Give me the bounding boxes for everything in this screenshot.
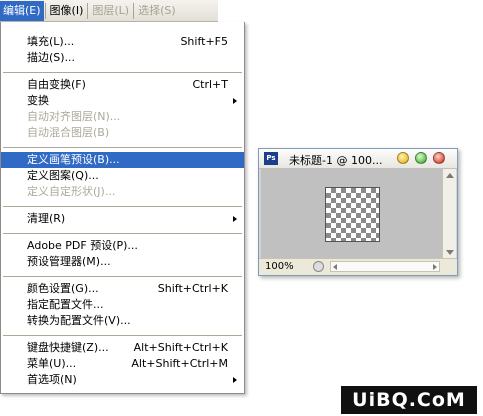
scroll-right-icon[interactable] xyxy=(433,264,437,270)
maximize-button[interactable] xyxy=(415,152,427,164)
submenu-arrow-icon xyxy=(233,377,237,383)
menu-item-label: 颜色设置(G)... xyxy=(27,282,99,295)
menu-item-label: 变换 xyxy=(27,94,49,107)
menu-item-label: 转换为配置文件(V)... xyxy=(27,314,131,327)
menu-item[interactable]: 首选项(N) xyxy=(1,372,244,388)
menu-separator xyxy=(3,335,242,336)
menu-item[interactable]: 键盘快捷键(Z)... Alt+Shift+Ctrl+K xyxy=(1,340,244,356)
menu-item-label: 填充(L)... xyxy=(27,35,75,48)
document-title-bar[interactable]: Ps 未标题-1 @ 100... xyxy=(259,149,457,169)
menu-separator xyxy=(3,233,242,234)
status-menu-icon[interactable] xyxy=(313,261,324,272)
scroll-left-icon[interactable] xyxy=(333,264,337,270)
menu-item[interactable]: 指定配置文件... xyxy=(1,297,244,313)
menu-item-label: 首选项(N) xyxy=(27,373,77,386)
menu-item-shortcut: Shift+Ctrl+K xyxy=(157,282,228,295)
menu-separator xyxy=(3,72,242,73)
menu-item[interactable]: 清理(R) xyxy=(1,211,244,227)
menu-item-label: 指定配置文件... xyxy=(27,298,104,311)
menu-item[interactable]: 定义图案(Q)... xyxy=(1,168,244,184)
document-window[interactable]: Ps 未标题-1 @ 100... 100% xyxy=(258,148,458,276)
menu-item: 定义自定形状(J)... xyxy=(1,184,244,200)
menu-bar: 编辑(E) 图像(I) 图层(L) 选择(S) xyxy=(0,0,218,22)
menubar-item[interactable]: 图层(L) xyxy=(89,1,132,21)
minimize-button[interactable] xyxy=(397,152,409,164)
menu-item-shortcut: Shift+F5 xyxy=(180,35,228,48)
submenu-arrow-icon xyxy=(233,216,237,222)
menubar-item[interactable]: 选择(S) xyxy=(135,1,179,21)
menu-separator xyxy=(3,206,242,207)
menu-item-label: 定义画笔预设(B)... xyxy=(27,153,120,166)
menu-item-label: 菜单(U)... xyxy=(27,357,77,370)
menu-item[interactable]: 颜色设置(G)... Shift+Ctrl+K xyxy=(1,281,244,297)
scroll-down-icon[interactable] xyxy=(446,250,454,255)
menubar-separator xyxy=(133,2,135,19)
menu-item[interactable]: 描边(S)... xyxy=(1,50,244,66)
vertical-scrollbar[interactable] xyxy=(442,169,456,259)
horizontal-scrollbar[interactable] xyxy=(330,261,440,272)
menu-separator xyxy=(3,276,242,277)
menubar-item[interactable]: 编辑(E) xyxy=(0,0,44,21)
watermark-logo: UiBQ.CoM xyxy=(341,386,477,414)
close-button[interactable] xyxy=(433,152,445,164)
menu-item-label: 自动混合图层(B) xyxy=(27,126,110,139)
menu-separator xyxy=(3,147,242,148)
scroll-up-icon[interactable] xyxy=(446,173,454,178)
menu-item-label: 键盘快捷键(Z)... xyxy=(27,341,109,354)
document-canvas[interactable] xyxy=(325,187,380,242)
menu-item-label: 自动对齐图层(N)... xyxy=(27,110,121,123)
menu-item-label: 描边(S)... xyxy=(27,51,76,64)
photoshop-icon: Ps xyxy=(264,152,278,165)
menu-item: 自动混合图层(B) xyxy=(1,125,244,141)
status-bar: 100% xyxy=(259,258,457,275)
menubar-item[interactable]: 图像(I) xyxy=(47,1,87,21)
menu-item[interactable]: 定义画笔预设(B)... xyxy=(1,152,244,168)
menu-item-label: 清理(R) xyxy=(27,212,66,225)
menu-item[interactable]: 预设管理器(M)... xyxy=(1,254,244,270)
menubar-separator xyxy=(87,2,89,19)
menubar-separator xyxy=(44,2,46,19)
menu-item-shortcut: Ctrl+T xyxy=(192,78,228,91)
canvas-area[interactable] xyxy=(261,169,444,259)
edit-menu-dropdown: 填充(L)... Shift+F5 描边(S)... 自由变换(F) Ctrl+T 变换自… xyxy=(0,22,245,394)
menu-item-label: 定义自定形状(J)... xyxy=(27,185,116,198)
zoom-level[interactable]: 100% xyxy=(265,261,294,272)
menu-item[interactable]: 变换 xyxy=(1,93,244,109)
menu-item[interactable]: Adobe PDF 预设(P)... xyxy=(1,238,244,254)
menu-item-shortcut: Alt+Shift+Ctrl+M xyxy=(131,357,228,370)
menu-item[interactable]: 菜单(U)... Alt+Shift+Ctrl+M xyxy=(1,356,244,372)
submenu-arrow-icon xyxy=(233,98,237,104)
menu-item: 自动对齐图层(N)... xyxy=(1,109,244,125)
menu-item[interactable]: 自由变换(F) Ctrl+T xyxy=(1,77,244,93)
menu-item-label: Adobe PDF 预设(P)... xyxy=(27,239,138,252)
menu-item-label: 预设管理器(M)... xyxy=(27,255,111,268)
menu-item-label: 自由变换(F) xyxy=(27,78,86,91)
menu-item-shortcut: Alt+Shift+Ctrl+K xyxy=(133,341,228,354)
menu-item-label: 定义图案(Q)... xyxy=(27,169,99,182)
menu-item[interactable]: 转换为配置文件(V)... xyxy=(1,313,244,329)
menu-item[interactable]: 填充(L)... Shift+F5 xyxy=(1,34,244,50)
document-title: 未标题-1 @ 100... xyxy=(289,154,383,167)
